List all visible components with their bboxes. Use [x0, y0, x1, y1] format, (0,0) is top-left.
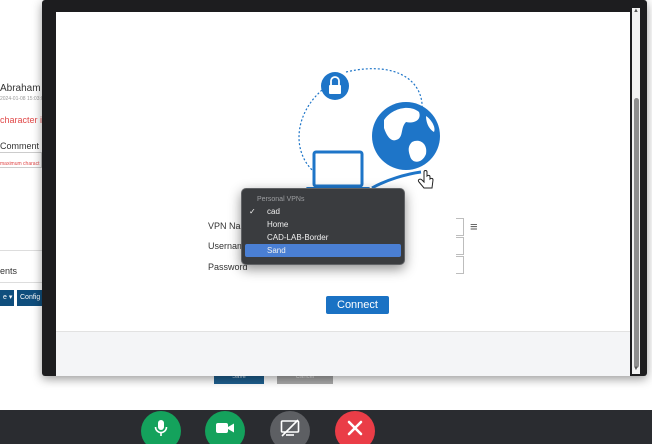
dropdown-item[interactable]: CAD-LAB-Border: [245, 231, 401, 244]
password-input[interactable]: [456, 256, 464, 274]
dropdown-item-label: Home: [267, 220, 289, 229]
screen-share-off-icon: [280, 419, 300, 437]
end-call-button[interactable]: [335, 411, 375, 444]
lock-icon: [321, 72, 349, 100]
dropdown-item[interactable]: Home: [245, 218, 401, 231]
microphone-button[interactable]: [141, 411, 181, 444]
meeting-toolbar: [0, 410, 652, 444]
dropdown-button[interactable]: e ▾: [0, 290, 14, 306]
dropdown-item-highlighted[interactable]: Sand: [245, 244, 401, 257]
dropdown-header: Personal VPNs: [257, 196, 305, 203]
laptop-icon: [306, 150, 370, 191]
divider: [0, 282, 42, 283]
vpn-panel: VPN Name Username Password ≡ Connect: [56, 12, 630, 332]
username-input[interactable]: [456, 237, 464, 255]
camera-icon: [216, 423, 234, 433]
comment-label: Comment: [0, 141, 40, 151]
config-button[interactable]: Config: [17, 290, 42, 306]
dropdown-item-label: CAD-LAB-Border: [267, 233, 329, 242]
vertical-scrollbar[interactable]: ▲ ▼: [632, 8, 640, 374]
connect-button[interactable]: Connect: [326, 296, 389, 314]
dropdown-item-label: Sand: [267, 246, 286, 255]
divider: [0, 250, 42, 251]
timestamp: 2024-01-08 15:03:00: [0, 96, 47, 102]
vpn-name-select[interactable]: [456, 218, 464, 236]
scroll-up-arrow-icon[interactable]: ▲: [633, 8, 639, 14]
scrollbar-thumb[interactable]: [634, 98, 639, 368]
checkmark-icon: ✓: [249, 207, 256, 216]
hamburger-menu-icon[interactable]: ≡: [470, 220, 478, 234]
dropdown-item-label: cad: [267, 207, 280, 216]
microphone-icon: [154, 420, 168, 436]
scroll-down-arrow-icon[interactable]: ▼: [633, 366, 639, 372]
max-chars-warning: maximum charact: [0, 161, 40, 167]
dropdown-item[interactable]: ✓ cad: [245, 205, 401, 218]
camera-button[interactable]: [205, 411, 245, 444]
screen-share-button[interactable]: [270, 411, 310, 444]
vpn-dropdown-menu: Personal VPNs ✓ cad Home CAD-LAB-Border …: [241, 188, 405, 265]
globe-icon: [372, 102, 440, 170]
section-label: ents: [0, 266, 18, 276]
vpn-illustration: [298, 68, 440, 191]
close-icon: [347, 420, 363, 436]
